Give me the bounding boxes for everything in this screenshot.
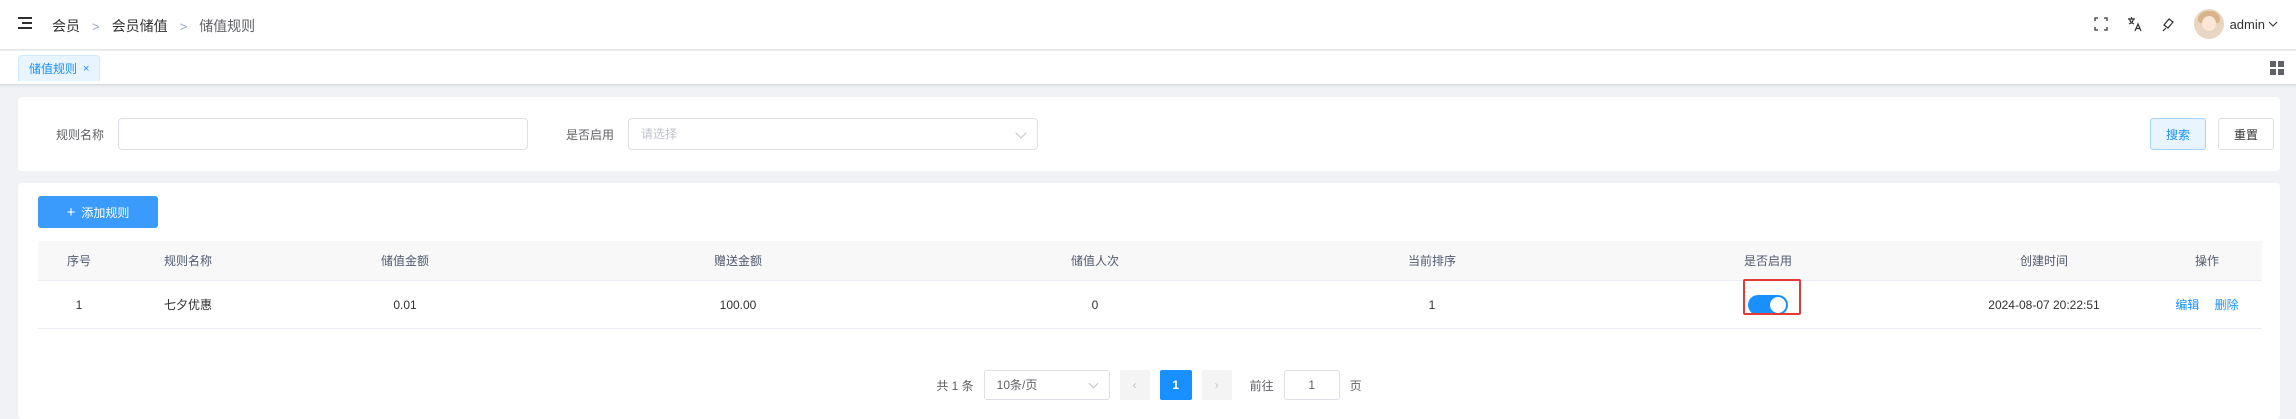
breadcrumb-item-member[interactable]: 会员 — [52, 16, 80, 36]
table-panel: + 添加规则 序号 规则名称 储值金额 赠送金额 储值人次 当前排序 是否启用 … — [18, 183, 2280, 419]
col-stored-amount: 储值金额 — [380, 254, 429, 268]
translate-icon[interactable] — [2126, 15, 2144, 33]
tags-view: 储值规则 × — [0, 51, 2296, 85]
cell-gift-amount: 100.00 — [719, 297, 757, 312]
search-button[interactable]: 搜索 — [2150, 118, 2206, 150]
col-gift-amount: 赠送金额 — [713, 254, 762, 268]
chevron-down-icon — [2268, 21, 2278, 27]
chevron-down-icon — [1015, 127, 1027, 139]
pagination: 共 1 条 10条/页 ‹ 1 › 前往 1 页 — [18, 370, 2280, 400]
rule-name-input[interactable] — [118, 118, 528, 150]
avatar[interactable] — [2193, 9, 2224, 39]
cell-stored-count: 0 — [1091, 297, 1099, 312]
plus-icon: + — [66, 203, 76, 221]
col-rule-name: 规则名称 — [164, 254, 213, 268]
breadcrumb-item-stored-value-rules: 储值规则 — [199, 18, 256, 34]
col-index: 序号 — [66, 254, 91, 268]
enabled-select-placeholder: 请选择 — [641, 127, 678, 141]
page-number-1[interactable]: 1 — [1159, 370, 1192, 400]
cell-index: 1 — [75, 297, 83, 312]
prev-page-button[interactable]: ‹ — [1119, 370, 1150, 400]
add-rule-button[interactable]: + 添加规则 — [38, 196, 158, 228]
page-unit-label: 页 — [1349, 378, 1362, 393]
close-icon[interactable]: × — [83, 63, 89, 75]
delete-button[interactable]: 删除 — [2215, 298, 2239, 312]
breadcrumb-separator: > — [92, 18, 100, 34]
next-page-button[interactable]: › — [1201, 370, 1232, 400]
top-navbar: 会员 > 会员储值 > 储值规则 admin — [0, 0, 2296, 50]
cell-rule-name: 七夕优惠 — [164, 298, 213, 312]
goto-label: 前往 — [1249, 378, 1274, 393]
breadcrumb: 会员 > 会员储值 > 储值规则 — [52, 16, 255, 36]
theme-icon[interactable] — [2160, 15, 2178, 33]
rule-name-label: 规则名称 — [56, 128, 105, 142]
table-header: 序号 规则名称 储值金额 赠送金额 储值人次 当前排序 是否启用 创建时间 操作 — [38, 241, 2262, 281]
search-panel: 规则名称 是否启用 请选择 搜索 重置 — [18, 97, 2280, 171]
cell-sort: 1 — [1428, 297, 1436, 312]
user-name: admin — [2229, 16, 2265, 32]
reset-button[interactable]: 重置 — [2218, 118, 2274, 150]
breadcrumb-separator: > — [179, 18, 188, 34]
tag-stored-value-rules[interactable]: 储值规则 × — [18, 55, 101, 81]
enabled-label: 是否启用 — [566, 128, 615, 142]
col-created-time: 创建时间 — [2019, 254, 2068, 268]
cell-created-time: 2024-08-07 20:22:51 — [1988, 297, 2100, 312]
col-enabled: 是否启用 — [1743, 254, 1792, 268]
goto-page-input[interactable]: 1 — [1283, 370, 1340, 400]
fullscreen-icon[interactable] — [2092, 15, 2110, 33]
breadcrumb-item-member-stored-value[interactable]: 会员储值 — [112, 16, 168, 36]
table-row: 1 七夕优惠 0.01 100.00 0 1 2024-08-07 20:22:… — [38, 281, 2262, 329]
grid-icon[interactable] — [2270, 61, 2284, 75]
col-stored-count: 储值人次 — [1070, 254, 1119, 268]
enabled-select[interactable]: 请选择 — [628, 118, 1038, 150]
chevron-down-icon — [1088, 378, 1099, 389]
pagination-total: 共 1 条 — [936, 378, 974, 393]
page-size-select[interactable]: 10条/页 — [983, 370, 1110, 400]
cell-stored-amount: 0.01 — [393, 297, 417, 312]
add-rule-label: 添加规则 — [81, 205, 130, 220]
col-sort: 当前排序 — [1407, 254, 1456, 268]
user-menu[interactable]: admin — [2230, 17, 2278, 32]
cell-actions: 编辑 删除 — [2152, 296, 2262, 313]
hamburger-menu-icon[interactable] — [18, 17, 32, 31]
tag-label: 储值规则 — [29, 62, 78, 76]
edit-button[interactable]: 编辑 — [2175, 298, 2199, 312]
col-actions: 操作 — [2194, 254, 2219, 268]
highlight-box — [1743, 279, 1801, 315]
page-size-value: 10条/页 — [996, 378, 1038, 392]
rules-table: 序号 规则名称 储值金额 赠送金额 储值人次 当前排序 是否启用 创建时间 操作… — [38, 241, 2262, 329]
